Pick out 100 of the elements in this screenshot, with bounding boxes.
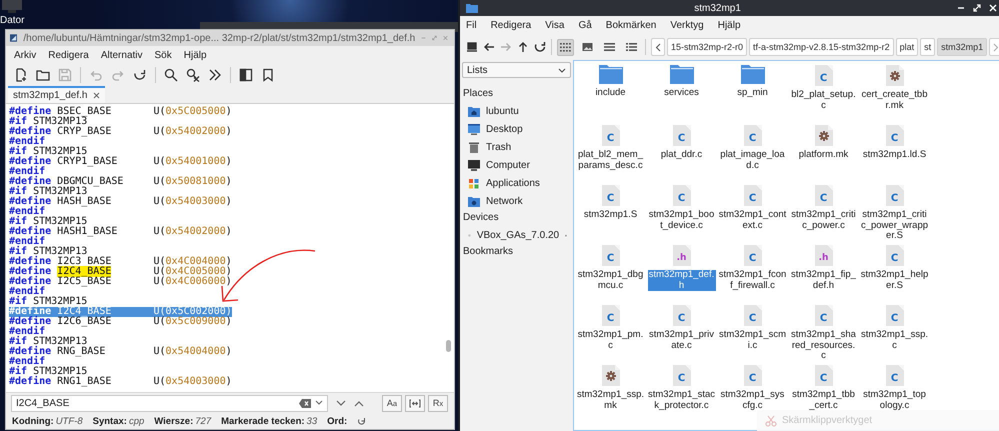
side-pane-item[interactable]: lubuntu [486,106,571,116]
source-file-icon[interactable]: .h [814,245,832,266]
source-file-icon[interactable]: C [672,125,690,146]
menu-item[interactable]: Bokmärken [606,20,656,30]
file-name[interactable]: stm32mp1.S [584,210,638,220]
side-pane-item[interactable]: Applications [486,178,571,188]
file-name[interactable]: stm32mp1_syscfg.c [718,390,786,411]
file-name[interactable]: plat_ddr.c [660,150,702,160]
file-name[interactable]: services [664,88,699,98]
double-chevron-icon[interactable] [208,68,222,82]
source-file-icon[interactable]: C [602,245,620,266]
file-name[interactable]: stm32mp1.ld.S [862,150,926,160]
file-name[interactable]: stm32mp1_helper.S [860,270,928,291]
menu-item[interactable]: Redigera [48,50,89,60]
source-file-icon[interactable]: C [744,125,762,146]
source-file-icon[interactable]: C [814,185,832,206]
file-name[interactable]: stm32mp1_fconf_firewall.c [718,270,786,291]
find-previous-icon[interactable] [354,400,364,406]
file-name[interactable]: stm32mp1_stack_protector.c [648,390,716,411]
source-file-icon[interactable]: C [672,305,690,326]
file-name[interactable]: sp_min [737,88,768,98]
clear-search-icon[interactable] [186,68,200,82]
gear-file-icon[interactable] [602,365,620,386]
path-button[interactable]: plat [896,38,918,56]
menu-item[interactable]: Redigera [490,20,532,30]
source-file-icon[interactable]: C [672,365,690,386]
side-pane-item[interactable]: Network [486,196,571,206]
file-name[interactable]: stm32mp1_ssp.mk [576,390,644,411]
bookmark-icon[interactable] [261,68,275,82]
source-file-icon[interactable]: C [814,305,832,326]
side-pane-item[interactable]: Desktop [486,124,571,134]
menu-item[interactable]: Gå [578,20,592,30]
path-button[interactable]: tf-a-stm32mp-v2.8.15-stm32mp-r2 [749,38,894,56]
find-next-icon[interactable] [336,400,346,406]
computer-icon[interactable] [466,41,478,53]
source-file-icon[interactable]: C [886,365,904,386]
menu-item[interactable]: Hjälp [184,50,207,60]
source-file-icon[interactable]: C [602,305,620,326]
source-file-icon[interactable]: C [886,305,904,326]
file-name[interactable]: include [595,88,626,98]
file-name[interactable]: stm32mp1_private.c [648,330,716,351]
search-icon[interactable] [164,68,178,82]
menu-item[interactable]: Alternativ [100,50,143,60]
file-name[interactable]: stm32mp1_def.h [648,270,716,291]
source-file-icon[interactable]: C [886,185,904,206]
icon-view-button[interactable] [557,38,574,56]
back-arrow-icon[interactable] [483,41,495,53]
side-pane-item[interactable]: Computer [486,160,571,170]
dropdown-caret-icon[interactable] [315,400,323,406]
file-name[interactable]: cert_create_tbbr.mk [860,90,928,111]
file-tab[interactable]: stm32mp1_def.h [8,86,104,103]
file-name[interactable]: plat_image_load.c [718,150,786,171]
gear-file-icon[interactable] [814,125,832,146]
file-name[interactable]: stm32mp1_pm.c [576,330,644,351]
source-file-icon[interactable]: C [814,65,832,86]
path-button[interactable]: st [920,38,936,56]
refresh-icon[interactable] [357,416,366,426]
file-name[interactable]: stm32mp1_dbgmcu.c [576,270,644,291]
source-file-icon[interactable]: C [744,185,762,206]
folder-icon[interactable] [36,68,50,82]
source-file-icon[interactable]: C [744,305,762,326]
search-field[interactable]: I2C4_BASE [11,394,328,412]
source-file-icon[interactable]: C [886,125,904,146]
scrollbar-thumb[interactable] [446,340,451,352]
menu-item[interactable]: Hjälp [718,20,741,30]
reload-icon[interactable] [133,68,147,82]
source-file-icon[interactable]: C [602,185,620,206]
file-name[interactable]: stm32mp1_ssp.c [860,330,928,351]
file-name[interactable]: stm32mp1_critic_power.c [790,210,858,231]
menu-item[interactable]: Visa [545,20,564,30]
desktop-icon-label[interactable]: Dator [0,15,24,26]
file-name[interactable]: stm32mp1_context.c [718,210,786,231]
whole-word-button[interactable] [405,394,425,412]
menu-item[interactable]: Verktyg [670,20,704,30]
file-name[interactable]: stm32mp1_shared_resources.c [790,330,858,362]
menu-item[interactable]: Arkiv [14,50,36,60]
up-arrow-icon[interactable] [517,41,529,53]
file-name[interactable]: stm32mp1_scmi.c [718,330,786,351]
file-name[interactable]: stm32mp1_fip_def.h [790,270,858,291]
file-name[interactable]: bl2_plat_setup.c [790,90,858,111]
scroll-left-button[interactable] [651,38,665,56]
file-name[interactable]: platform.mk [798,150,848,160]
file-name[interactable]: stm32mp1_boot_device.c [648,210,716,231]
side-pane-icon[interactable] [239,68,253,82]
side-pane-item[interactable]: VBox_GAs_7.0.20 [476,230,560,240]
file-name[interactable]: stm32mp1_critic_power_wrapper.S [860,210,928,242]
source-file-icon[interactable]: C [744,365,762,386]
file-name[interactable]: plat_bl2_mem_params_desc.c [576,150,644,171]
clear-text-icon[interactable] [299,398,311,408]
menu-item[interactable]: Fil [466,20,477,30]
source-file-icon[interactable]: C [814,365,832,386]
menu-item[interactable]: Sök [154,50,172,60]
reload-icon[interactable] [534,41,546,53]
gear-file-icon[interactable] [886,65,904,86]
side-pane-item[interactable]: Trash [486,142,571,152]
source-file-icon[interactable]: .h [672,245,690,266]
path-button[interactable]: 15-stm32mp-r2-r0 [667,38,748,56]
file-name[interactable]: stm32mp1_topology.c [860,390,928,411]
source-file-icon[interactable]: C [602,125,620,146]
file-name[interactable]: stm32mp1_tbb_cert.c [790,390,858,411]
